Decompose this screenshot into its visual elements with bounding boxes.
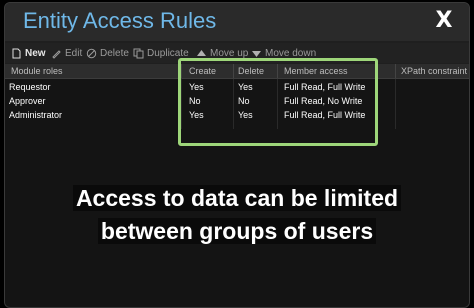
new-document-icon bbox=[12, 48, 21, 58]
delete-button[interactable]: Delete bbox=[86, 45, 129, 61]
caption-overlay: Access to data can be limited between gr… bbox=[0, 182, 474, 248]
highlight-box bbox=[178, 58, 378, 146]
duplicate-icon bbox=[133, 48, 144, 58]
column-header-xpath-constraint[interactable]: XPath constraint bbox=[401, 66, 467, 76]
column-divider bbox=[395, 64, 396, 78]
new-button[interactable]: New bbox=[11, 45, 46, 61]
edit-label: Edit bbox=[65, 47, 83, 59]
dialog-title: Entity Access Rules bbox=[23, 8, 217, 33]
caption-line-2: between groups of users bbox=[0, 215, 474, 248]
caption-line-1: Access to data can be limited bbox=[0, 182, 474, 215]
delete-label: Delete bbox=[100, 47, 129, 59]
role-cell: Requestor bbox=[9, 82, 51, 92]
caption-text-2: between groups of users bbox=[97, 218, 377, 244]
prohibit-icon bbox=[86, 48, 97, 58]
triangle-up-icon bbox=[197, 49, 206, 56]
new-label: New bbox=[25, 47, 46, 59]
move-up-label: Move up bbox=[210, 47, 249, 59]
column-header-module-roles[interactable]: Module roles bbox=[11, 66, 63, 76]
close-button[interactable]: X bbox=[433, 7, 455, 35]
role-cell: Administrator bbox=[9, 110, 63, 120]
move-down-label: Move down bbox=[265, 47, 317, 59]
edit-button[interactable]: Edit bbox=[51, 45, 82, 61]
caption-text-1: Access to data can be limited bbox=[72, 185, 402, 211]
title-bar: Entity Access Rules X bbox=[5, 3, 469, 41]
role-cell: Approver bbox=[9, 96, 46, 106]
triangle-down-icon bbox=[252, 50, 261, 57]
entity-access-rules-dialog: Entity Access Rules X New Edit Delete Du… bbox=[4, 2, 470, 308]
duplicate-label: Duplicate bbox=[147, 47, 189, 59]
pencil-icon bbox=[52, 49, 61, 59]
